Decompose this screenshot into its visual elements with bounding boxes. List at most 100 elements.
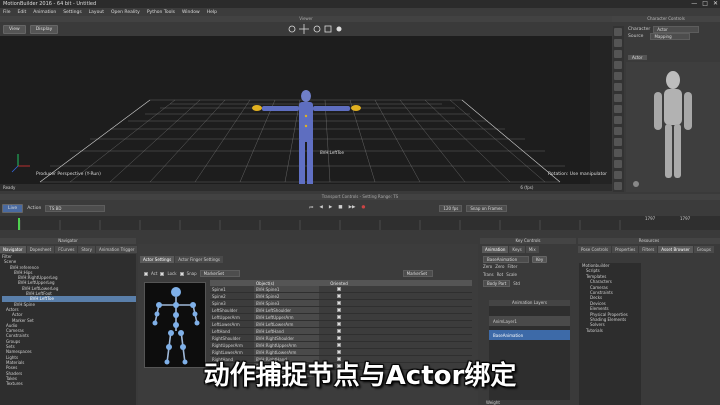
table-row[interactable]: LeftShoulder BVH:LeftShoulder bbox=[210, 307, 472, 314]
oriented-checkbox[interactable] bbox=[337, 294, 341, 298]
rot-button[interactable]: Rot bbox=[497, 272, 504, 277]
oriented-checkbox[interactable] bbox=[337, 350, 341, 354]
tab-fcurves[interactable]: FCurves bbox=[55, 246, 78, 253]
close-button[interactable]: ✕ bbox=[713, 0, 718, 7]
row-object[interactable]: BVH:LeftUpperArm bbox=[254, 314, 319, 320]
actor-preview[interactable] bbox=[626, 62, 720, 192]
tool-icon[interactable] bbox=[614, 83, 622, 91]
tool-icon[interactable] bbox=[614, 149, 622, 157]
minimize-button[interactable]: — bbox=[691, 0, 697, 7]
play-icon[interactable]: ▶ bbox=[329, 205, 332, 211]
row-object[interactable]: BVH:LeftShoulder bbox=[254, 307, 319, 313]
table-row[interactable]: Spine1 BVH:Spine1 bbox=[210, 286, 472, 293]
snap-checkbox[interactable] bbox=[179, 271, 184, 276]
take-dropdown[interactable]: TS:BD bbox=[45, 204, 106, 212]
frame-b[interactable]: 1797 bbox=[680, 216, 690, 221]
fps-dropdown[interactable]: 120 fps bbox=[439, 204, 463, 212]
table-row[interactable]: LeftHand BVH:LeftHand bbox=[210, 328, 472, 335]
filter-label[interactable]: Filter bbox=[507, 264, 517, 269]
tool-icon[interactable] bbox=[614, 105, 622, 113]
table-row[interactable]: RightUpperArm BVH:RightUpperArm bbox=[210, 342, 472, 349]
tool-icon[interactable] bbox=[614, 116, 622, 124]
tab-keys[interactable]: Keys bbox=[509, 246, 525, 253]
manipulator-tools-icon[interactable] bbox=[287, 24, 347, 34]
timeline[interactable]: 1797 1797 bbox=[0, 216, 720, 230]
menu-settings[interactable]: Settings bbox=[63, 10, 81, 15]
layer-row-selected[interactable]: BaseAnimation bbox=[489, 330, 570, 340]
menu-window[interactable]: Window bbox=[182, 10, 200, 15]
oriented-checkbox[interactable] bbox=[337, 315, 341, 319]
tool-icon[interactable] bbox=[614, 50, 622, 58]
markerset-dropdown-2[interactable]: MarkerSet bbox=[402, 270, 433, 277]
snap-dropdown[interactable]: Snap on Frames bbox=[466, 204, 507, 212]
active-checkbox[interactable] bbox=[144, 271, 148, 276]
table-row[interactable]: LeftUpperArm BVH:LeftUpperArm bbox=[210, 314, 472, 321]
table-row[interactable]: RightShoulder BVH:RightShoulder bbox=[210, 335, 472, 342]
tool-icon[interactable] bbox=[614, 28, 622, 36]
table-row[interactable]: Spine2 BVH:Spine2 bbox=[210, 293, 472, 300]
stop-icon[interactable]: ■ bbox=[338, 205, 342, 211]
menu-open-reality[interactable]: Open Reality bbox=[111, 10, 140, 15]
body-part-dropdown[interactable]: Body Part bbox=[483, 280, 511, 287]
row-object[interactable]: BVH:LeftHand bbox=[254, 328, 319, 334]
menu-file[interactable]: File bbox=[3, 10, 11, 15]
key-button[interactable]: Key bbox=[532, 256, 548, 263]
markerset-dropdown[interactable]: MarkerSet bbox=[199, 270, 240, 277]
oriented-checkbox[interactable] bbox=[337, 343, 341, 347]
next-frame-icon[interactable]: ▶▶ bbox=[349, 205, 356, 211]
trans-button[interactable]: Trans bbox=[483, 272, 494, 277]
layer-row[interactable]: AnimLayer1 bbox=[489, 316, 570, 326]
table-row[interactable]: LeftLowerArm BVH:LeftLowerArm bbox=[210, 321, 472, 328]
tab-pose-controls[interactable]: Pose Controls bbox=[578, 246, 612, 253]
tab-navigator[interactable]: Navigator bbox=[0, 246, 26, 253]
live-button[interactable]: Live bbox=[2, 203, 24, 213]
zero-label[interactable]: Zero bbox=[483, 264, 492, 269]
row-object[interactable]: BVH:Spine1 bbox=[254, 286, 319, 292]
zero-label-2[interactable]: Zero bbox=[495, 264, 504, 269]
tab-asset-browser[interactable]: Asset Browser bbox=[658, 246, 693, 253]
menu-animation[interactable]: Animation bbox=[33, 10, 56, 15]
tool-icon[interactable] bbox=[614, 138, 622, 146]
row-object[interactable]: BVH:LeftLowerArm bbox=[254, 321, 319, 327]
tab-mix[interactable]: Mix bbox=[525, 246, 539, 253]
actor-tab[interactable]: Actor bbox=[628, 55, 647, 60]
view-tab[interactable]: View bbox=[3, 24, 26, 34]
layer-mode-dropdown[interactable]: BaseAnimation bbox=[483, 256, 529, 263]
tab-animation-trigger[interactable]: Animation Trigger bbox=[95, 246, 138, 253]
oriented-checkbox[interactable] bbox=[337, 287, 341, 291]
menu-python-tools[interactable]: Python Tools bbox=[147, 10, 175, 15]
display-tab[interactable]: Display bbox=[29, 24, 59, 34]
oriented-checkbox[interactable] bbox=[337, 308, 341, 312]
tool-icon[interactable] bbox=[614, 94, 622, 102]
lock-checkbox[interactable] bbox=[160, 271, 165, 276]
character-dropdown[interactable]: Actor bbox=[653, 26, 700, 33]
tool-icon[interactable] bbox=[614, 171, 622, 179]
tool-icon[interactable] bbox=[614, 72, 622, 80]
frame-a[interactable]: 1797 bbox=[645, 216, 655, 221]
row-object[interactable]: BVH:Spine2 bbox=[254, 293, 319, 299]
source-dropdown[interactable]: Mapping bbox=[650, 33, 691, 40]
tab-actor-settings[interactable]: Actor Settings bbox=[140, 256, 175, 263]
tab-animation[interactable]: Animation bbox=[482, 246, 509, 253]
tool-icon[interactable] bbox=[614, 61, 622, 69]
tool-icon[interactable] bbox=[614, 160, 622, 168]
tab-actor-finger-settings[interactable]: Actor Finger Settings bbox=[175, 256, 223, 263]
tab-properties[interactable]: Properties bbox=[612, 246, 639, 253]
rewind-icon[interactable]: ⏮ bbox=[309, 205, 313, 211]
prev-frame-icon[interactable]: ◀ bbox=[319, 205, 322, 211]
tool-icon[interactable] bbox=[614, 39, 622, 47]
tab-groups[interactable]: Groups bbox=[693, 246, 714, 253]
row-object[interactable]: BVH:Spine3 bbox=[254, 300, 319, 306]
menu-help[interactable]: Help bbox=[207, 10, 217, 15]
3d-viewport[interactable]: Producer Perspective (Y-Run) BVH:LeftToe… bbox=[0, 36, 612, 184]
oriented-checkbox[interactable] bbox=[337, 336, 341, 340]
tab-dopesheet[interactable]: Dopesheet bbox=[26, 246, 55, 253]
row-object[interactable]: BVH:RightUpperArm bbox=[254, 342, 319, 348]
tool-icon[interactable] bbox=[614, 127, 622, 135]
row-object[interactable]: BVH:RightShoulder bbox=[254, 335, 319, 341]
oriented-checkbox[interactable] bbox=[337, 301, 341, 305]
oriented-checkbox[interactable] bbox=[337, 329, 341, 333]
tool-icon[interactable] bbox=[614, 182, 622, 190]
tab-filters[interactable]: Filters bbox=[639, 246, 658, 253]
menu-edit[interactable]: Edit bbox=[18, 10, 27, 15]
